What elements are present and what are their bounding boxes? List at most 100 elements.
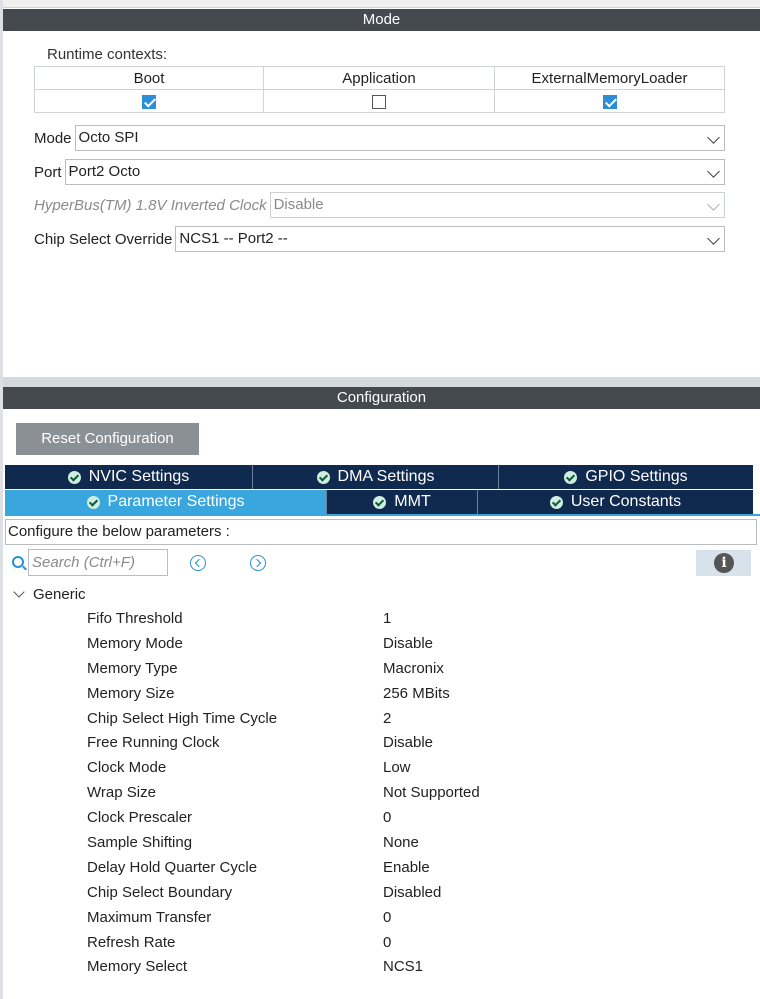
table-row[interactable]: Delay Hold Quarter Cycle Enable bbox=[0, 856, 760, 881]
reset-configuration-button[interactable]: Reset Configuration bbox=[16, 423, 199, 455]
table-row[interactable]: Chip Select Boundary Disabled bbox=[0, 881, 760, 906]
chevron-down-icon bbox=[707, 198, 720, 211]
tab-gpio-settings[interactable]: GPIO Settings bbox=[499, 465, 753, 489]
param-name: Chip Select High Time Cycle bbox=[87, 709, 278, 727]
param-name: Fifo Threshold bbox=[87, 610, 183, 627]
top-strip bbox=[0, 0, 760, 8]
tab-row-1: NVIC Settings DMA Settings GPIO Settings bbox=[5, 465, 753, 489]
context-header-external-memory-loader: ExternalMemoryLoader bbox=[494, 66, 725, 90]
param-name: Memory Size bbox=[87, 684, 175, 702]
param-value: Disable bbox=[383, 734, 434, 752]
tab-nvic-settings[interactable]: NVIC Settings bbox=[5, 465, 253, 489]
configuration-section-header: Configuration bbox=[3, 387, 760, 409]
mode-select-value: Octo SPI bbox=[78, 129, 139, 146]
generic-group-label: Generic bbox=[33, 585, 86, 603]
param-name: Maximum Transfer bbox=[87, 908, 212, 926]
param-value: Low bbox=[383, 759, 411, 777]
table-row[interactable]: Fifo Threshold 1 bbox=[0, 607, 760, 632]
param-value: Enable bbox=[383, 858, 430, 876]
table-row[interactable]: Free Running Clock Disable bbox=[0, 731, 760, 756]
tab-user-constants-label: User Constants bbox=[570, 493, 682, 510]
param-name: Memory Select bbox=[87, 958, 188, 976]
search-icon bbox=[12, 556, 24, 568]
section-splitter[interactable] bbox=[3, 377, 760, 387]
param-value: 0 bbox=[383, 908, 392, 926]
hyperbus-field-row: HyperBus(TM) 1.8V Inverted Clock Disable bbox=[34, 192, 725, 218]
chip-select-override-field-row: Chip Select Override NCS1 -- Port2 -- bbox=[34, 226, 725, 252]
port-select-value: Port2 Octo bbox=[68, 163, 141, 180]
table-row[interactable]: Refresh Rate 0 bbox=[0, 931, 760, 956]
param-value: Disable bbox=[383, 634, 434, 652]
context-header-boot: Boot bbox=[34, 66, 264, 90]
param-value: 256 MBits bbox=[383, 684, 450, 702]
chip-select-override-select[interactable]: NCS1 -- Port2 -- bbox=[175, 226, 725, 252]
table-row[interactable]: Memory Type Macronix bbox=[0, 657, 760, 682]
chip-select-override-label: Chip Select Override bbox=[34, 230, 173, 248]
tab-dma-settings[interactable]: DMA Settings bbox=[253, 465, 499, 489]
mode-select[interactable]: Octo SPI bbox=[74, 125, 725, 151]
search-input[interactable] bbox=[28, 549, 168, 576]
tab-nvic-settings-label: NVIC Settings bbox=[88, 468, 190, 485]
tab-user-constants[interactable]: User Constants bbox=[478, 490, 753, 514]
table-row[interactable]: Clock Mode Low bbox=[0, 756, 760, 781]
param-value: 2 bbox=[383, 709, 392, 727]
param-value: Disabled bbox=[383, 883, 442, 901]
tab-dma-settings-label: DMA Settings bbox=[337, 468, 435, 485]
table-row[interactable]: Wrap Size Not Supported bbox=[0, 781, 760, 806]
application-checkbox[interactable] bbox=[372, 94, 386, 109]
param-name: Clock Prescaler bbox=[87, 809, 193, 827]
tab-mmt-label: MMT bbox=[394, 493, 431, 510]
port-field-row: Port Port2 Octo bbox=[34, 159, 725, 185]
port-select[interactable]: Port2 Octo bbox=[64, 159, 725, 185]
hyperbus-inverted-clock-select: Disable bbox=[269, 192, 725, 218]
configure-description: Configure the below parameters : bbox=[5, 519, 757, 545]
check-circle-icon bbox=[86, 495, 100, 509]
table-row[interactable]: Memory Size 256 MBits bbox=[0, 682, 760, 707]
tab-mmt[interactable]: MMT bbox=[327, 490, 478, 514]
port-label: Port bbox=[34, 163, 62, 181]
external-memory-loader-checkbox[interactable] bbox=[602, 94, 617, 109]
table-row[interactable]: Memory Mode Disable bbox=[0, 632, 760, 657]
tab-underline bbox=[5, 514, 760, 516]
mode-field-row: Mode Octo SPI bbox=[34, 125, 725, 151]
param-name: Delay Hold Quarter Cycle bbox=[87, 858, 258, 876]
context-header-application: Application bbox=[263, 66, 495, 90]
check-circle-icon bbox=[373, 495, 387, 509]
table-row[interactable]: Maximum Transfer 0 bbox=[0, 906, 760, 931]
hyperbus-inverted-clock-label: HyperBus(TM) 1.8V Inverted Clock bbox=[34, 196, 267, 214]
info-icon: i bbox=[714, 553, 734, 573]
table-row[interactable]: Clock Prescaler 0 bbox=[0, 806, 760, 831]
table-row[interactable]: Sample Shifting None bbox=[0, 831, 760, 856]
param-value: None bbox=[383, 834, 419, 852]
chevron-down-icon bbox=[707, 232, 720, 245]
boot-checkbox[interactable] bbox=[142, 94, 156, 109]
check-circle-icon bbox=[564, 470, 578, 484]
param-value: 0 bbox=[383, 809, 392, 827]
tab-parameter-settings[interactable]: Parameter Settings bbox=[5, 490, 327, 514]
tab-gpio-settings-label: GPIO Settings bbox=[585, 468, 688, 485]
check-circle-icon bbox=[549, 495, 563, 509]
check-circle-icon bbox=[67, 470, 81, 484]
param-value: 0 bbox=[383, 933, 392, 951]
table-row[interactable]: Memory Select NCS1 bbox=[0, 955, 760, 980]
runtime-contexts-table: Boot Application ExternalMemoryLoader bbox=[34, 66, 725, 113]
context-cell-boot bbox=[34, 89, 264, 113]
context-cell-external-memory-loader bbox=[494, 89, 725, 113]
param-name: Wrap Size bbox=[87, 784, 156, 802]
table-row[interactable]: Chip Select High Time Cycle 2 bbox=[0, 707, 760, 732]
param-value: NCS1 bbox=[383, 958, 424, 976]
tab-row-2: Parameter Settings MMT User Constants bbox=[5, 490, 753, 514]
next-match-icon[interactable] bbox=[250, 555, 266, 571]
generic-group-toggle[interactable]: Generic bbox=[12, 584, 86, 604]
param-name: Sample Shifting bbox=[87, 834, 193, 852]
tab-parameter-settings-label: Parameter Settings bbox=[107, 493, 245, 510]
parameter-list: Fifo Threshold 1 Memory Mode Disable Memor… bbox=[0, 607, 760, 980]
param-name: Refresh Rate bbox=[87, 933, 176, 951]
info-button[interactable]: i bbox=[696, 550, 751, 576]
param-value: 1 bbox=[383, 610, 392, 627]
previous-match-icon[interactable] bbox=[190, 555, 206, 571]
context-cell-application bbox=[263, 89, 495, 113]
mode-label: Mode bbox=[34, 129, 72, 147]
chevron-down-icon bbox=[707, 165, 720, 178]
check-circle-icon bbox=[316, 470, 330, 484]
